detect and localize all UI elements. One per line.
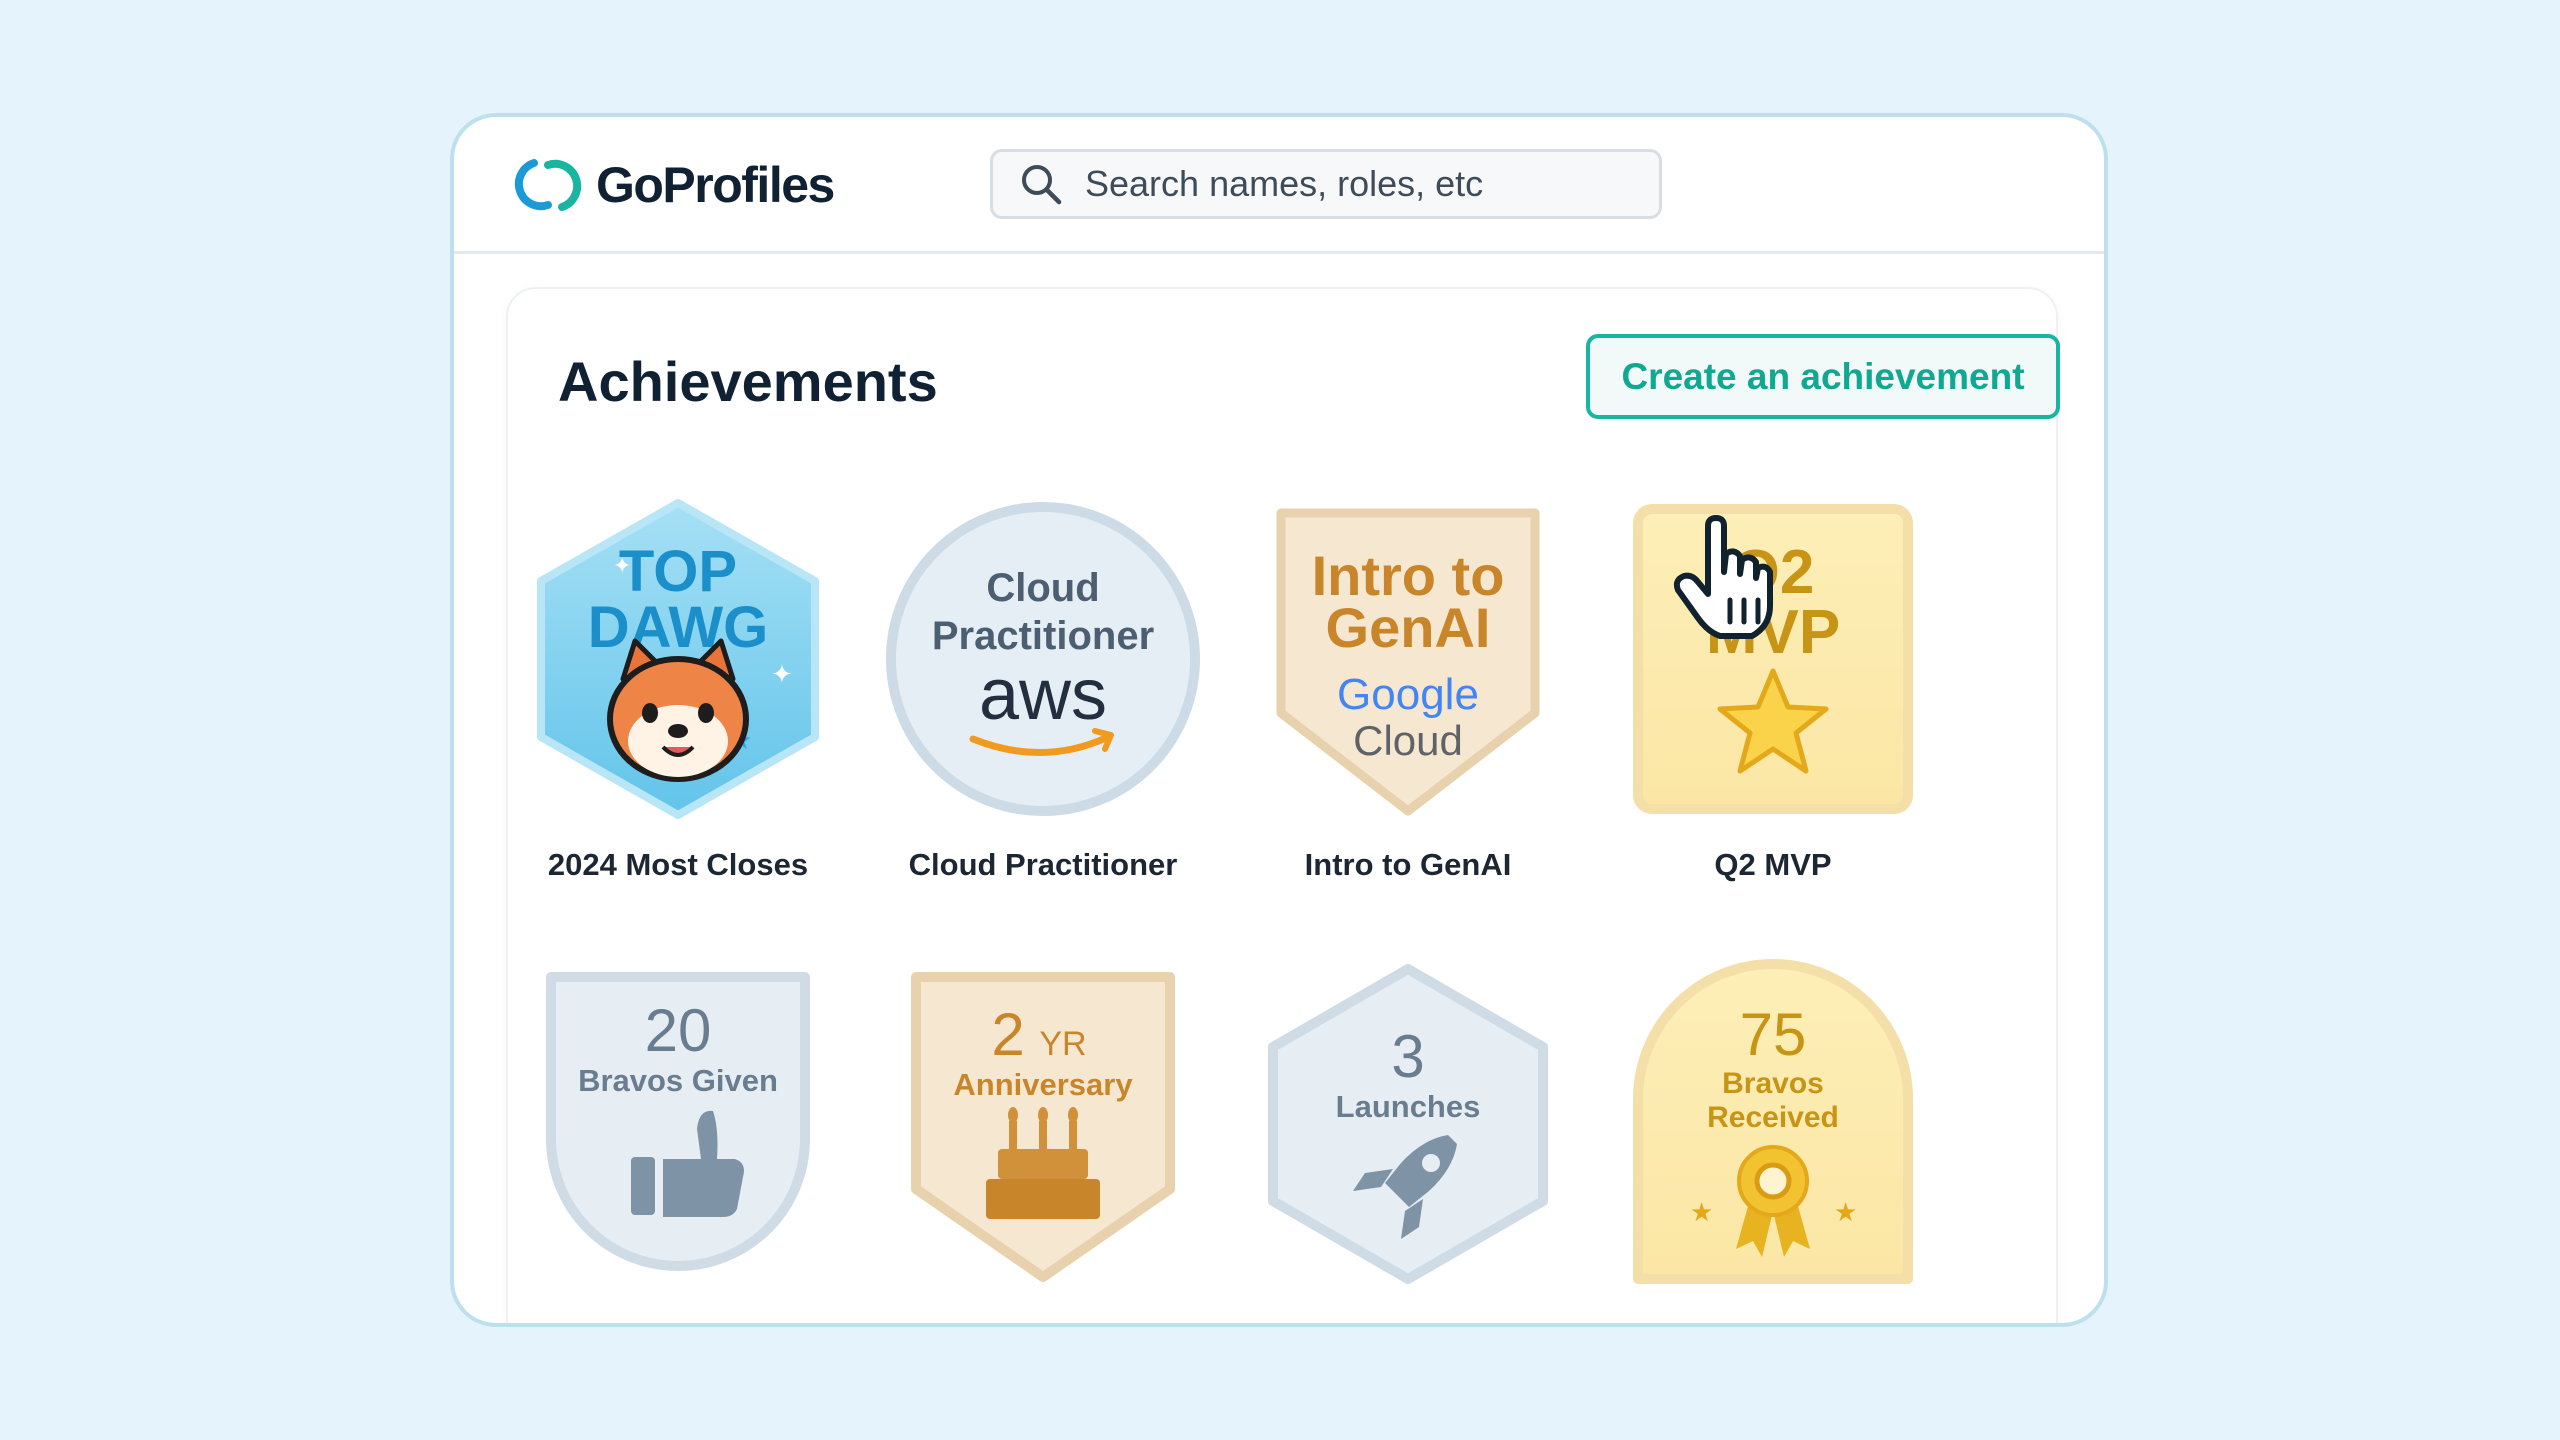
badge-text-cloud: Cloud	[986, 566, 1099, 610]
google-cloud-text: Cloud	[1353, 717, 1463, 764]
badge-top-dawg[interactable]: TOP DAWG ✦ ✦ ★ 2024 Most Closes	[498, 499, 858, 883]
app-window: GoProfiles Achievements Create an achiev…	[450, 113, 2108, 1327]
google-logo-text: Google	[1337, 670, 1479, 719]
top-bar: GoProfiles	[454, 117, 2104, 254]
brand-logo[interactable]: GoProfiles	[504, 153, 835, 217]
badge-bravos-given[interactable]: 20 Bravos Given	[498, 959, 858, 1317]
badge-label: Q2 MVP	[1714, 847, 1832, 882]
top-dawg-badge-icon: TOP DAWG ✦ ✦ ★	[537, 499, 819, 819]
badge-text-practitioner: Practitioner	[932, 614, 1154, 658]
badge-anniversary[interactable]: 2 YR Anniversary	[863, 959, 1223, 1317]
badge-number: 2	[991, 1001, 1024, 1068]
badge-number: 75	[1740, 1001, 1807, 1068]
bravos-given-badge-icon: 20 Bravos Given	[546, 972, 810, 1271]
search-icon	[1022, 165, 1062, 205]
aws-badge-icon: Cloud Practitioner aws	[886, 502, 1200, 816]
svg-text:★: ★	[1690, 1198, 1713, 1228]
brand-name: GoProfiles	[596, 157, 835, 213]
badge-bravos-received[interactable]: 75 Bravos Received ★ ★	[1593, 959, 1953, 1317]
google-cloud-badge-icon: Intro to GenAI Google Cloud	[1276, 508, 1540, 816]
badge-text-bravos: Bravos	[1722, 1067, 1824, 1100]
svg-text:★: ★	[1834, 1198, 1857, 1228]
goprofiles-logo-icon	[514, 159, 582, 211]
search-input[interactable]	[1085, 163, 1625, 205]
badge-text-bravos-given: Bravos Given	[578, 1063, 778, 1098]
achievements-panel: Achievements Create an achievement TOP D…	[506, 287, 2060, 1323]
create-achievement-button[interactable]: Create an achievement	[1586, 334, 2060, 419]
badge-label: 2024 Most Closes	[547, 847, 809, 882]
aws-logo-text: aws	[979, 655, 1107, 735]
badge-text-received: Received	[1707, 1101, 1839, 1134]
hand-pointer-cursor-icon	[1673, 515, 1773, 639]
search-bar[interactable]	[990, 149, 1662, 219]
badge-launches[interactable]: 3 Launches	[1228, 959, 1588, 1317]
badge-number: 3	[1391, 1023, 1424, 1090]
badge-text-dawg: DAWG	[588, 595, 768, 660]
badge-label: Cloud Practitioner	[908, 847, 1178, 882]
badge-number: 20	[645, 997, 712, 1064]
badge-text-anniversary: Anniversary	[953, 1067, 1133, 1102]
page-title: Achievements	[558, 350, 938, 413]
badge-cloud-practitioner[interactable]: Cloud Practitioner aws Cloud Practitione…	[863, 499, 1223, 883]
badge-intro-genai[interactable]: Intro to GenAI Google Cloud Intro to Gen…	[1228, 499, 1588, 883]
launches-badge-icon: 3 Launches	[1268, 964, 1548, 1284]
badge-unit: YR	[1039, 1025, 1086, 1063]
badge-label: Intro to GenAI	[1304, 847, 1512, 882]
anniversary-badge-icon: 2 YR Anniversary	[911, 972, 1175, 1282]
badge-text-genai: GenAI	[1326, 596, 1491, 659]
badge-text-launches: Launches	[1336, 1089, 1481, 1124]
svg-text:✦: ✦	[613, 554, 631, 579]
bravos-received-badge-icon: 75 Bravos Received ★ ★	[1633, 959, 1913, 1284]
svg-text:✦: ✦	[771, 660, 793, 690]
